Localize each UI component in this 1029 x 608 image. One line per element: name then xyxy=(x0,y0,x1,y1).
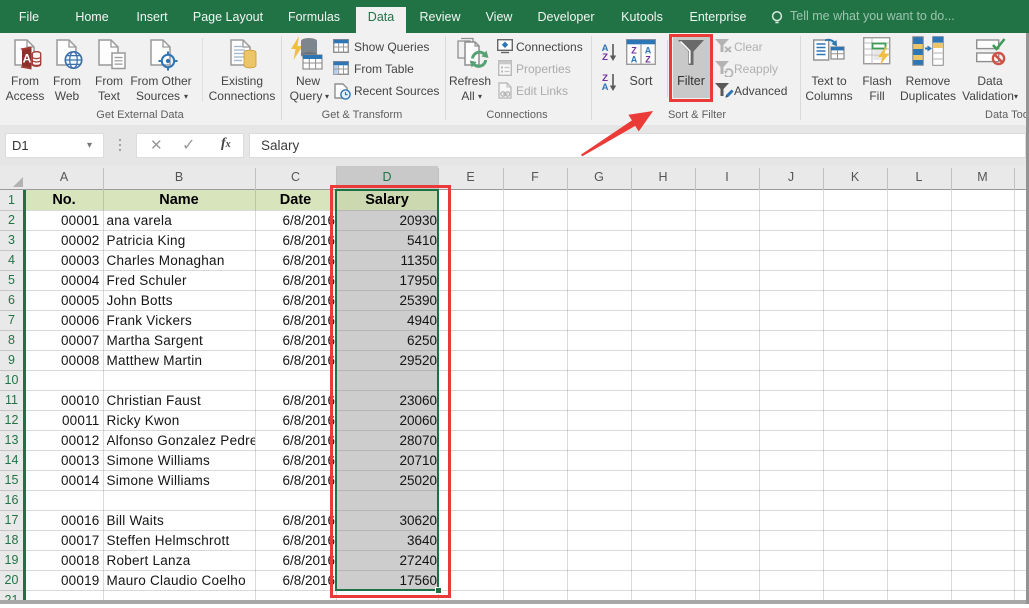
svg-text:A: A xyxy=(23,52,32,66)
svg-text:Z: Z xyxy=(645,55,651,65)
svg-text:Z: Z xyxy=(602,52,608,62)
svg-text:A: A xyxy=(631,55,638,65)
